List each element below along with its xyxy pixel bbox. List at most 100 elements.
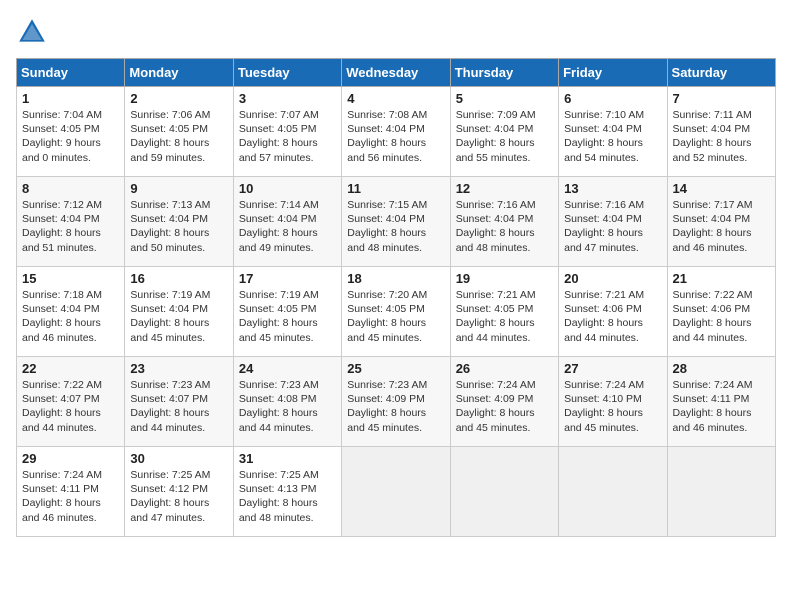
sunset: Sunset: 4:04 PM (564, 123, 642, 135)
day-number: 12 (456, 181, 553, 196)
day-number: 18 (347, 271, 444, 286)
daylight: Daylight: 8 hours and 44 minutes. (239, 407, 318, 433)
day-detail: Sunrise: 7:13 AMSunset: 4:04 PMDaylight:… (130, 198, 227, 255)
day-detail: Sunrise: 7:09 AMSunset: 4:04 PMDaylight:… (456, 108, 553, 165)
sunset: Sunset: 4:04 PM (239, 213, 317, 225)
day-cell-13: 13Sunrise: 7:16 AMSunset: 4:04 PMDayligh… (559, 177, 667, 267)
sunrise: Sunrise: 7:15 AM (347, 199, 427, 211)
header-tuesday: Tuesday (233, 59, 341, 87)
daylight: Daylight: 8 hours and 51 minutes. (22, 227, 101, 253)
sunset: Sunset: 4:04 PM (130, 303, 208, 315)
day-number: 27 (564, 361, 661, 376)
day-cell-31: 31Sunrise: 7:25 AMSunset: 4:13 PMDayligh… (233, 447, 341, 537)
daylight: Daylight: 8 hours and 49 minutes. (239, 227, 318, 253)
daylight: Daylight: 8 hours and 44 minutes. (130, 407, 209, 433)
day-cell-15: 15Sunrise: 7:18 AMSunset: 4:04 PMDayligh… (17, 267, 125, 357)
header-sunday: Sunday (17, 59, 125, 87)
day-detail: Sunrise: 7:19 AMSunset: 4:04 PMDaylight:… (130, 288, 227, 345)
day-detail: Sunrise: 7:12 AMSunset: 4:04 PMDaylight:… (22, 198, 119, 255)
sunset: Sunset: 4:07 PM (22, 393, 100, 405)
daylight: Daylight: 8 hours and 55 minutes. (456, 137, 535, 163)
daylight: Daylight: 8 hours and 52 minutes. (673, 137, 752, 163)
day-cell-16: 16Sunrise: 7:19 AMSunset: 4:04 PMDayligh… (125, 267, 233, 357)
day-number: 30 (130, 451, 227, 466)
day-number: 31 (239, 451, 336, 466)
daylight: Daylight: 8 hours and 45 minutes. (347, 317, 426, 343)
sunset: Sunset: 4:11 PM (673, 393, 750, 405)
day-cell-9: 9Sunrise: 7:13 AMSunset: 4:04 PMDaylight… (125, 177, 233, 267)
day-number: 20 (564, 271, 661, 286)
calendar-week-5: 29Sunrise: 7:24 AMSunset: 4:11 PMDayligh… (17, 447, 776, 537)
calendar-header: SundayMondayTuesdayWednesdayThursdayFrid… (17, 59, 776, 87)
sunrise: Sunrise: 7:17 AM (673, 199, 753, 211)
sunrise: Sunrise: 7:25 AM (239, 469, 319, 481)
day-detail: Sunrise: 7:21 AMSunset: 4:05 PMDaylight:… (456, 288, 553, 345)
day-detail: Sunrise: 7:17 AMSunset: 4:04 PMDaylight:… (673, 198, 770, 255)
daylight: Daylight: 9 hours and 0 minutes. (22, 137, 101, 163)
sunset: Sunset: 4:04 PM (456, 123, 534, 135)
day-detail: Sunrise: 7:25 AMSunset: 4:13 PMDaylight:… (239, 468, 336, 525)
sunrise: Sunrise: 7:10 AM (564, 109, 644, 121)
sunset: Sunset: 4:13 PM (239, 483, 317, 495)
day-cell-2: 2 Sunrise: 7:06 AMSunset: 4:05 PMDaylight… (125, 87, 233, 177)
daylight: Daylight: 8 hours and 45 minutes. (130, 317, 209, 343)
day-detail: Sunrise: 7:24 AMSunset: 4:10 PMDaylight:… (564, 378, 661, 435)
sunset: Sunset: 4:05 PM (347, 303, 425, 315)
day-detail: Sunrise: 7:20 AMSunset: 4:05 PMDaylight:… (347, 288, 444, 345)
day-detail: Sunrise: 7:04 AMSunset: 4:05 PMDaylight:… (22, 108, 119, 165)
daylight: Daylight: 8 hours and 45 minutes. (239, 317, 318, 343)
day-number: 29 (22, 451, 119, 466)
day-detail: Sunrise: 7:15 AM Sunset: 4:04 PM Daylight:… (347, 198, 444, 255)
day-number: 26 (456, 361, 553, 376)
day-cell-10: 10Sunrise: 7:14 AMSunset: 4:04 PMDayligh… (233, 177, 341, 267)
daylight: Daylight: 8 hours and 57 minutes. (239, 137, 318, 163)
sunset: Sunset: 4:09 PM (456, 393, 534, 405)
day-detail: Sunrise: 7:16 AMSunset: 4:04 PMDaylight:… (456, 198, 553, 255)
sunrise: Sunrise: 7:08 AM (347, 109, 427, 121)
day-cell-11: 11Sunrise: 7:15 AMSunset: 4:04 PMDayligh… (342, 177, 450, 267)
day-cell-26: 26Sunrise: 7:24 AMSunset: 4:09 PMDayligh… (450, 357, 558, 447)
day-cell-3: 3Sunrise: 7:07 AMSunset: 4:05 PMDaylight… (233, 87, 341, 177)
sunrise: Sunrise: 7:23 AM (239, 379, 319, 391)
day-detail: Sunrise: 7:16 AMSunset: 4:04 PMDaylight:… (564, 198, 661, 255)
day-number: 17 (239, 271, 336, 286)
day-number: 24 (239, 361, 336, 376)
sunrise: Sunrise: 7:22 AM (673, 289, 753, 301)
daylight: Daylight: 8 hours and 48 minutes. (456, 227, 535, 253)
daylight: Daylight: 8 hours and 47 minutes. (130, 497, 209, 523)
day-cell-29: 29Sunrise: 7:24 AMSunset: 4:11 PMDayligh… (17, 447, 125, 537)
sunset: Sunset: 4:05 PM (239, 123, 317, 135)
sunset: Sunset: 4:04 PM (22, 303, 100, 315)
sunrise: Sunrise: 7:16 AM (456, 199, 536, 211)
sunrise: Sunrise: 7:24 AM (673, 379, 753, 391)
sunrise: Sunrise: 7:13 AM (130, 199, 210, 211)
sunset: Sunset: 4:05 PM (456, 303, 534, 315)
day-number: 2 (130, 91, 227, 106)
empty-cell (342, 447, 450, 537)
day-number: 4 (347, 91, 444, 106)
logo (16, 16, 54, 48)
day-detail: Sunrise: 7:11 AMSunset: 4:04 PMDaylight:… (673, 108, 770, 165)
day-detail: Sunrise: 7:06 AMSunset: 4:05 PMDaylight:… (130, 108, 227, 165)
day-number: 3 (239, 91, 336, 106)
day-number: 6 (564, 91, 661, 106)
daylight: Daylight: 8 hours and 48 minutes. (347, 227, 426, 253)
empty-cell (559, 447, 667, 537)
day-cell-8: 8 Sunrise: 7:12 AMSunset: 4:04 PMDaylight… (17, 177, 125, 267)
day-cell-18: 18 Sunrise: 7:20 AMSunset: 4:05 PMDayligh… (342, 267, 450, 357)
day-number: 15 (22, 271, 119, 286)
day-cell-21: 21Sunrise: 7:22 AMSunset: 4:06 PMDayligh… (667, 267, 775, 357)
sunset: Sunset: 4:08 PM (239, 393, 317, 405)
day-number: 8 (22, 181, 119, 196)
sunrise: Sunrise: 7:12 AM (22, 199, 102, 211)
page-header (16, 16, 776, 48)
sunset: Sunset: 4:04 PM (347, 213, 425, 225)
daylight: Daylight: 8 hours and 59 minutes. (130, 137, 209, 163)
sunrise: Sunrise: 7:16 AM (564, 199, 644, 211)
daylight: Daylight: 8 hours and 46 minutes. (673, 227, 752, 253)
sunrise: Sunrise: 7:24 AM (564, 379, 644, 391)
calendar-week-1: 1Sunrise: 7:04 AMSunset: 4:05 PMDaylight… (17, 87, 776, 177)
calendar-week-4: 22Sunrise: 7:22 AMSunset: 4:07 PMDayligh… (17, 357, 776, 447)
calendar-table: SundayMondayTuesdayWednesdayThursdayFrid… (16, 58, 776, 537)
sunrise: Sunrise: 7:22 AM (22, 379, 102, 391)
